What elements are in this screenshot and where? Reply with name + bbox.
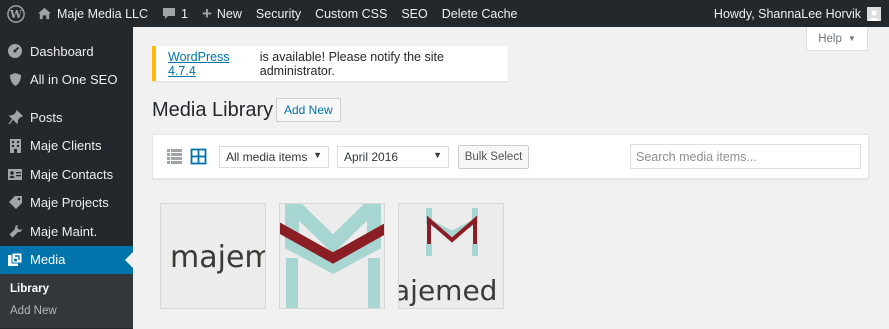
grid-view-icon[interactable] xyxy=(190,148,207,165)
seo-link[interactable]: SEO xyxy=(394,0,434,27)
site-name-link[interactable]: Maje Media LLC xyxy=(30,0,155,27)
custom-css-link[interactable]: Custom CSS xyxy=(308,0,394,27)
site-name-label: Maje Media LLC xyxy=(57,6,149,21)
help-label: Help xyxy=(818,32,842,45)
help-tab[interactable]: Help ▼ xyxy=(806,27,868,51)
update-notice-text: is available! Please notify the site adm… xyxy=(259,49,444,78)
home-icon xyxy=(37,7,52,20)
submenu-item-add-new[interactable]: Add New xyxy=(0,300,133,322)
plus-icon: + xyxy=(201,3,212,23)
update-notice: WordPress 4.7.4 is available! Please not… xyxy=(152,46,508,81)
svg-text:W: W xyxy=(9,8,23,21)
building-icon xyxy=(0,138,30,154)
sidebar-item-label: Dashboard xyxy=(30,43,94,59)
pin-icon xyxy=(0,109,30,125)
chevron-down-icon: ▼ xyxy=(847,34,856,43)
comments-link[interactable]: 1 xyxy=(155,0,195,27)
sidebar-item-maje-contacts[interactable]: Maje Contacts xyxy=(0,160,133,189)
sidebar-item-all-in-one-seo[interactable]: All in One SEO xyxy=(0,66,133,95)
date-filter[interactable]: April 2016 ▼ xyxy=(337,146,449,168)
chevron-down-icon: ▼ xyxy=(313,150,322,160)
sidebar-item-label: Maje Contacts xyxy=(30,166,114,182)
sidebar-item-dashboard[interactable]: Dashboard xyxy=(0,37,133,66)
maje-logo-mark-image xyxy=(280,204,384,308)
delete-cache-link[interactable]: Delete Cache xyxy=(435,0,525,27)
thumbnail-wordmark-text: majem xyxy=(170,240,266,275)
new-content-link[interactable]: + New xyxy=(195,0,249,27)
sidebar-item-label: Maje Maint. xyxy=(30,223,98,239)
id-card-icon xyxy=(0,168,30,181)
main-content: Help ▼ WordPress 4.7.4 is available! Ple… xyxy=(133,27,889,329)
media-submenu: Library Add New xyxy=(0,274,133,328)
media-icon xyxy=(0,252,30,267)
sidebar-item-media[interactable]: Media xyxy=(0,245,133,274)
thumbnail-wordmark-text: ajemed xyxy=(398,274,498,307)
submenu-item-library[interactable]: Library xyxy=(0,278,133,300)
sidebar-item-label: Media xyxy=(30,252,66,268)
search-input[interactable] xyxy=(630,144,861,169)
attachment-thumbnail[interactable] xyxy=(279,203,385,309)
tag-icon xyxy=(0,195,30,210)
comments-count: 1 xyxy=(181,6,188,21)
media-type-filter-value: All media items xyxy=(226,150,308,164)
sidebar-item-maje-maint[interactable]: Maje Maint. xyxy=(0,217,133,246)
security-link[interactable]: Security xyxy=(249,0,308,27)
date-filter-value: April 2016 xyxy=(344,150,399,164)
sidebar-item-posts[interactable]: Posts xyxy=(0,103,133,132)
avatar xyxy=(867,6,881,21)
list-view-icon[interactable] xyxy=(166,148,183,165)
add-new-button[interactable]: Add New xyxy=(276,98,341,122)
greeting-label: Howdy, ShannaLee Horvik xyxy=(713,6,861,21)
sidebar-item-label: Maje Projects xyxy=(30,195,109,211)
media-type-filter[interactable]: All media items ▼ xyxy=(219,146,329,168)
page-title: Media Library xyxy=(152,99,274,121)
wrench-icon xyxy=(0,224,30,239)
media-toolbar: All media items ▼ April 2016 ▼ Bulk Sele… xyxy=(152,134,869,179)
sidebar-item-maje-clients[interactable]: Maje Clients xyxy=(0,132,133,161)
sidebar-item-label: All in One SEO xyxy=(30,72,118,88)
sidebar-item-maje-projects[interactable]: Maje Projects xyxy=(0,189,133,218)
comment-icon xyxy=(162,7,176,20)
chevron-down-icon: ▼ xyxy=(433,150,442,160)
bulk-select-button[interactable]: Bulk Select xyxy=(458,145,529,169)
wordpress-logo-icon[interactable]: W xyxy=(2,0,30,27)
dashboard-icon xyxy=(0,43,30,59)
admin-bar: W Maje Media LLC 1 + New Security Custom… xyxy=(0,0,889,27)
my-account-link[interactable]: Howdy, ShannaLee Horvik xyxy=(707,0,889,27)
new-label: New xyxy=(216,6,242,21)
attachment-thumbnail[interactable]: ajemed xyxy=(398,203,504,309)
sidebar-item-label: Maje Clients xyxy=(30,138,102,154)
wordpress-update-link[interactable]: WordPress 4.7.4 xyxy=(168,50,256,78)
shield-icon xyxy=(0,72,30,87)
admin-sidebar: Dashboard All in One SEO Posts Maje Clie… xyxy=(0,27,133,329)
sidebar-item-label: Posts xyxy=(30,109,63,125)
attachment-thumbnail[interactable]: majem xyxy=(160,203,266,309)
